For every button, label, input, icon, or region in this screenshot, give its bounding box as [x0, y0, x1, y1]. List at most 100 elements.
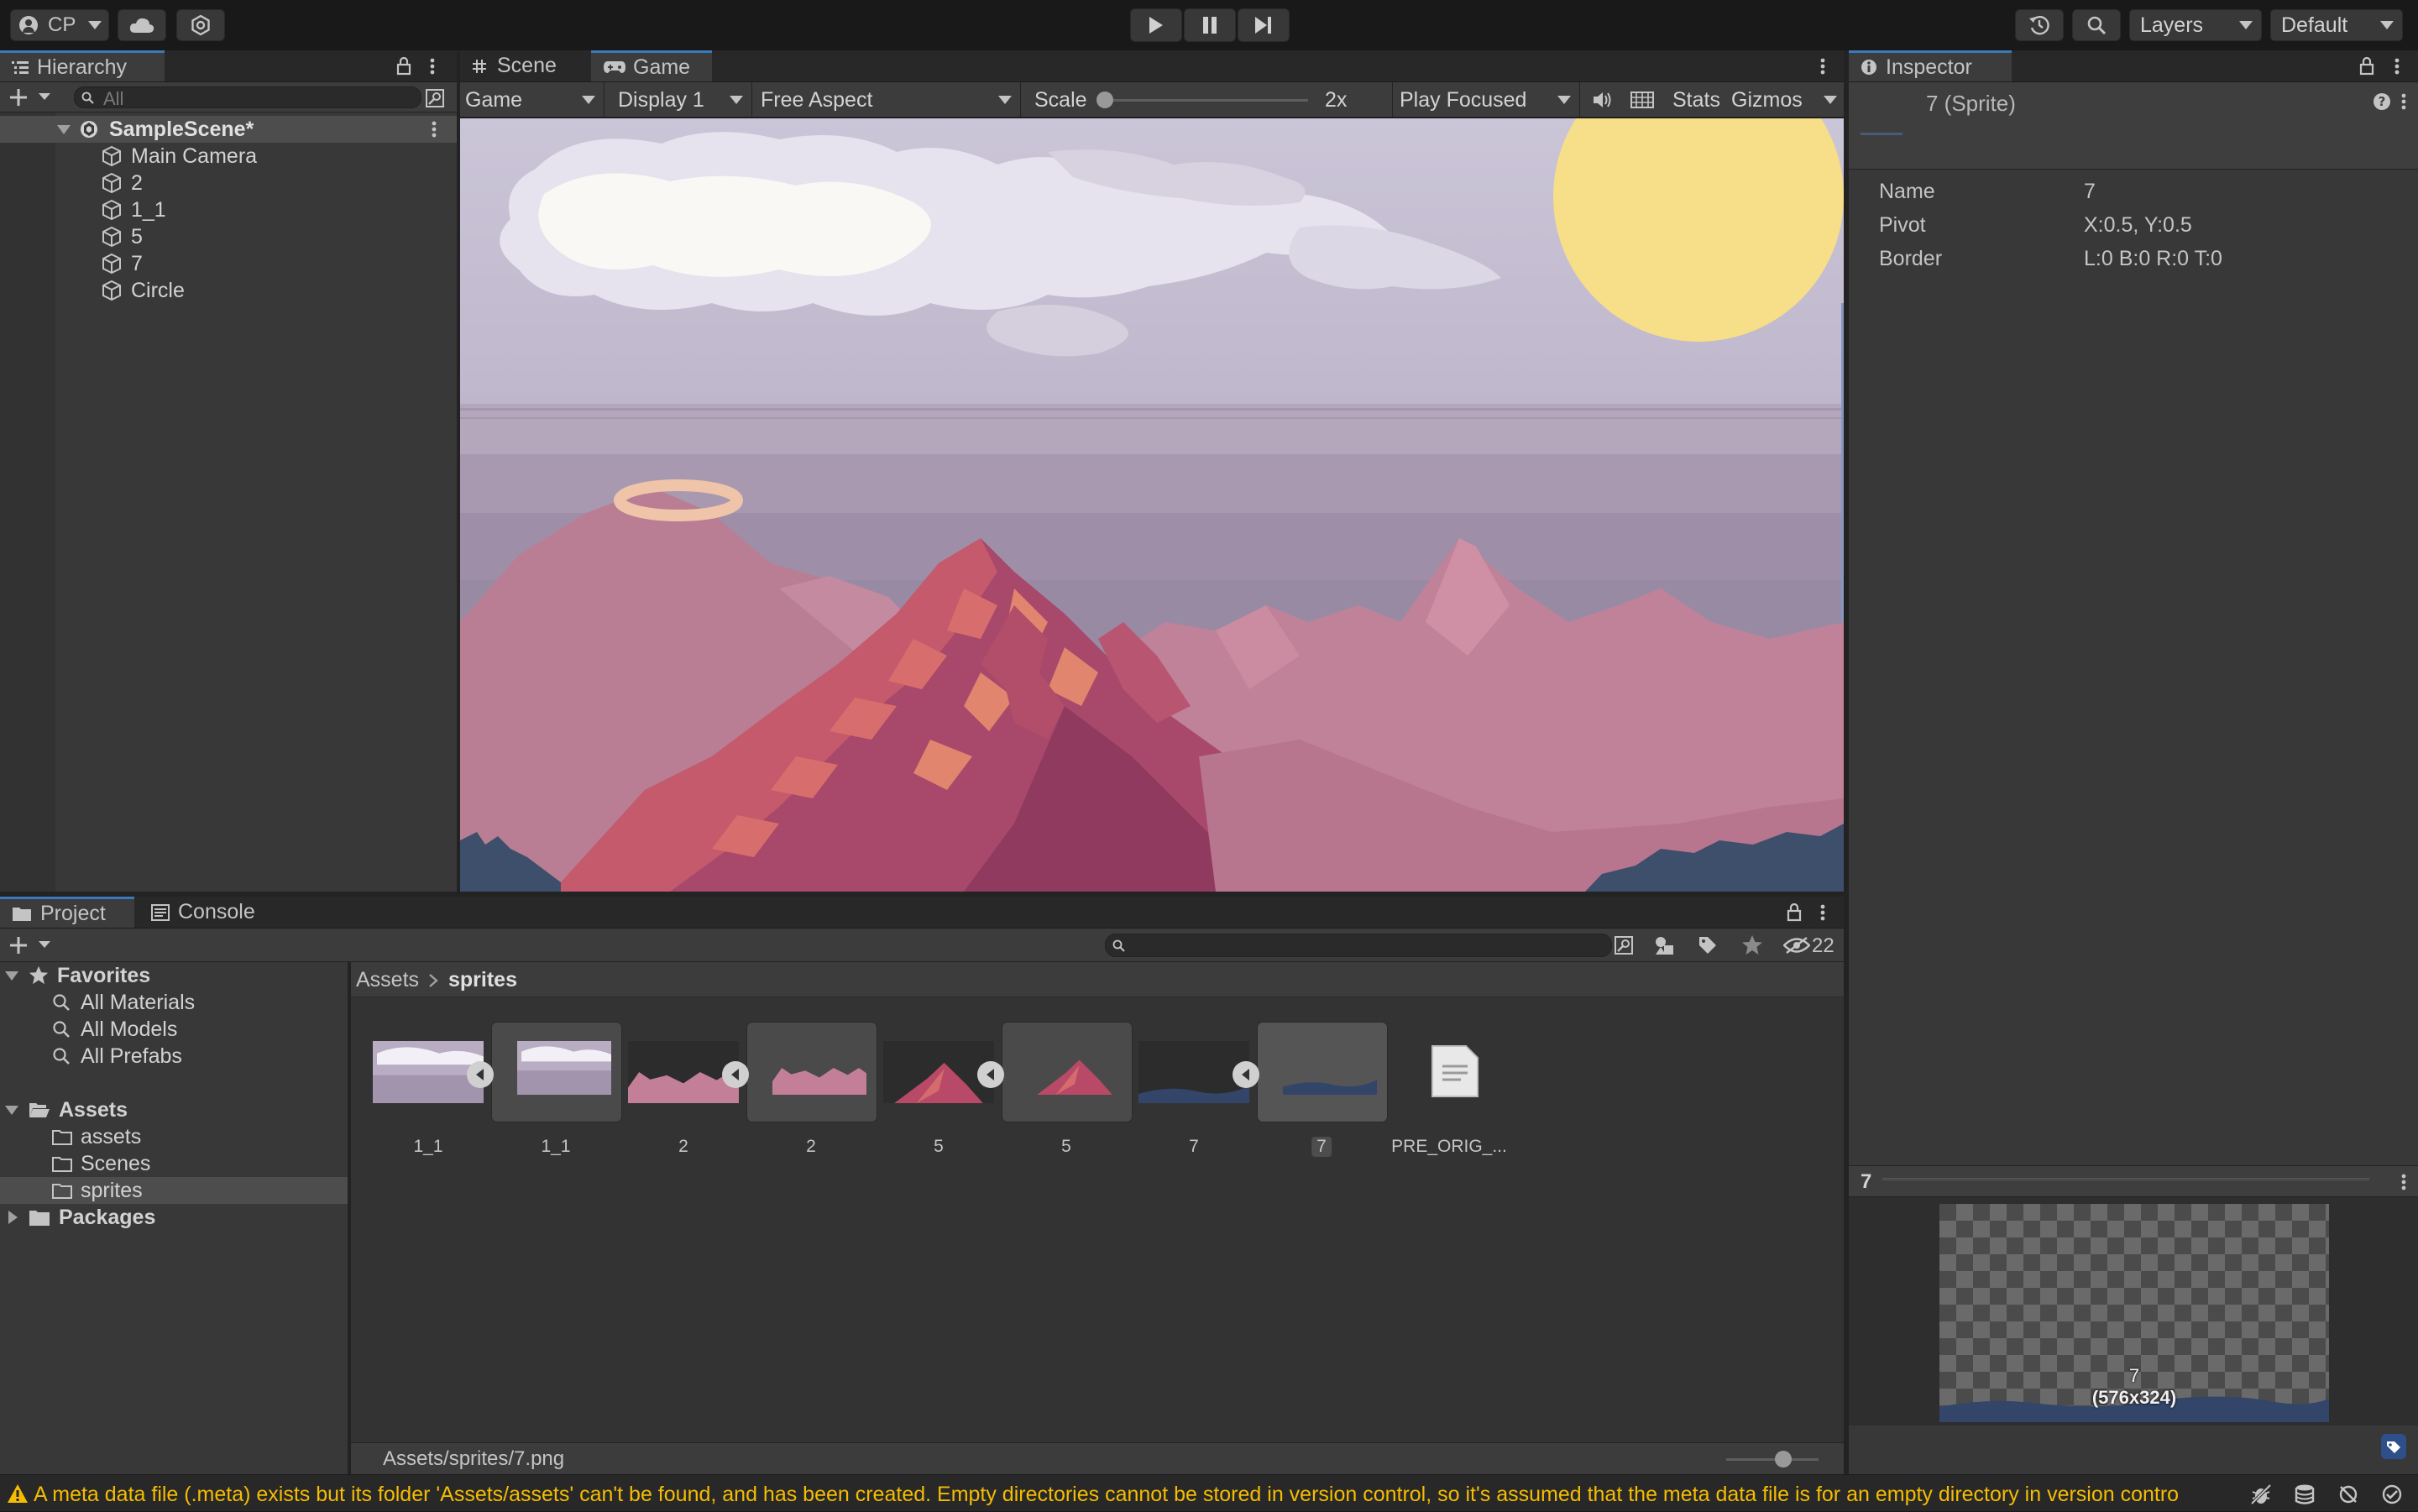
hierarchy-item[interactable]: Main Camera	[0, 143, 457, 170]
tab-hierarchy[interactable]: Hierarchy	[0, 50, 165, 81]
tree-folder[interactable]: Scenes	[0, 1150, 348, 1177]
list-icon	[12, 61, 29, 74]
step-button[interactable]	[1238, 8, 1290, 42]
thumbnail-size-handle[interactable]	[1775, 1451, 1792, 1468]
project-search-input[interactable]	[1105, 934, 1612, 957]
tab-scene[interactable]: Scene	[460, 50, 589, 81]
cache-server-icon[interactable]	[2294, 1483, 2316, 1505]
hierarchy-search[interactable]: All	[74, 86, 421, 109]
expand-arrow-icon[interactable]	[5, 1106, 18, 1115]
asset-texture-item[interactable]: 1_1	[369, 1023, 494, 1157]
services-button[interactable]	[176, 9, 225, 41]
pause-button[interactable]	[1184, 8, 1236, 42]
kebab-menu-icon[interactable]	[1819, 57, 1827, 76]
scale-slider-track[interactable]	[1102, 99, 1308, 102]
kebab-menu-icon[interactable]	[2400, 92, 2408, 111]
kebab-menu-icon[interactable]	[430, 120, 438, 139]
favorite-star-icon[interactable]	[1741, 934, 1763, 956]
asset-sprite-item[interactable]: 7	[1258, 1023, 1387, 1157]
tree-folder[interactable]: sprites	[0, 1177, 348, 1204]
display-dropdown[interactable]: Display 1	[610, 82, 752, 118]
stats-button[interactable]: Stats	[1669, 82, 1730, 118]
preview-header: 7	[1849, 1165, 2418, 1197]
lock-icon[interactable]	[2359, 57, 2374, 76]
breadcrumb-sprites[interactable]: sprites	[448, 968, 517, 992]
tab-inspector[interactable]: Inspector	[1849, 50, 2012, 81]
debug-bug-icon[interactable]	[2250, 1483, 2272, 1505]
tree-favorites[interactable]: Favorites	[0, 962, 348, 989]
asset-file-item[interactable]: PRE_ORIG_...	[1390, 1023, 1508, 1157]
tree-favorite-item[interactable]: All Prefabs	[0, 1043, 348, 1070]
tree-folder[interactable]: assets	[0, 1123, 348, 1150]
aspect-dropdown[interactable]: Free Aspect	[754, 82, 1021, 118]
asset-sprite-item[interactable]: 2	[747, 1023, 877, 1157]
expand-arrow-icon[interactable]	[57, 125, 71, 134]
hierarchy-item[interactable]: 2	[0, 170, 457, 196]
kebab-menu-icon[interactable]	[428, 57, 437, 76]
scale-value: 2x	[1325, 88, 1348, 112]
search-options-icon[interactable]	[425, 88, 445, 108]
create-asset-button[interactable]	[8, 935, 54, 955]
account-dropdown[interactable]: CP	[10, 9, 109, 41]
expand-sprites-button[interactable]	[1233, 1061, 1259, 1088]
lock-icon[interactable]	[1787, 903, 1802, 922]
filter-by-label-icon[interactable]	[1698, 935, 1718, 955]
breadcrumb-assets[interactable]: Assets	[356, 968, 419, 992]
tree-favorite-item[interactable]: All Materials	[0, 989, 348, 1016]
asset-texture-item[interactable]: 7	[1135, 1023, 1259, 1157]
hierarchy-item[interactable]: 7	[0, 250, 457, 277]
tab-game[interactable]: Game	[591, 50, 712, 81]
tree-assets-root[interactable]: Assets	[0, 1096, 348, 1123]
console-status-bar[interactable]: A meta data file (.meta) exists but its …	[0, 1474, 2418, 1511]
asset-texture-item[interactable]: 5	[880, 1023, 1004, 1157]
kebab-menu-icon[interactable]	[2400, 1173, 2408, 1191]
collapse-arrow-icon[interactable]	[8, 1211, 18, 1224]
hierarchy-item[interactable]: Circle	[0, 277, 457, 304]
tab-console[interactable]: Console	[139, 897, 282, 928]
audio-icon[interactable]	[1592, 91, 1612, 109]
property-value[interactable]: L:0 B:0 R:0 T:0	[2084, 247, 2222, 271]
expand-sprites-button[interactable]	[977, 1061, 1004, 1088]
check-circle-icon[interactable]	[2381, 1483, 2403, 1505]
lock-icon[interactable]	[396, 57, 411, 76]
expand-sprites-button[interactable]	[467, 1061, 494, 1088]
asset-sprite-item[interactable]: 5	[1002, 1023, 1132, 1157]
asset-label-icon[interactable]	[2381, 1434, 2406, 1459]
tab-project[interactable]: Project	[0, 897, 134, 928]
tree-packages[interactable]: Packages	[0, 1204, 348, 1231]
search-options-icon[interactable]	[1614, 935, 1634, 955]
undo-history-button[interactable]	[2015, 9, 2064, 41]
auto-generate-lighting-icon[interactable]	[2337, 1483, 2359, 1505]
expand-arrow-icon[interactable]	[5, 971, 18, 981]
asset-thumbnail	[517, 1041, 611, 1095]
thumbnail-size-slider[interactable]	[1726, 1458, 1819, 1461]
expand-sprites-button[interactable]	[722, 1061, 749, 1088]
play-mode-dropdown[interactable]: Play Focused	[1392, 82, 1580, 118]
create-button[interactable]	[8, 87, 54, 107]
keyboard-grid-icon[interactable]	[1630, 91, 1654, 109]
help-icon[interactable]: ?	[2373, 92, 2391, 111]
step-icon	[1255, 17, 1271, 34]
tree-favorite-item[interactable]: All Models	[0, 1016, 348, 1043]
game-mode-dropdown[interactable]: Game	[460, 82, 604, 118]
kebab-menu-icon[interactable]	[2393, 57, 2401, 76]
game-view[interactable]	[460, 118, 1844, 892]
scene-row[interactable]: SampleScene*	[0, 116, 457, 143]
layers-dropdown[interactable]: Layers	[2129, 9, 2262, 41]
layout-dropdown[interactable]: Default	[2270, 9, 2403, 41]
property-value[interactable]: 7	[2084, 180, 2096, 204]
cloud-button[interactable]	[118, 9, 166, 41]
property-value[interactable]: X:0.5, Y:0.5	[2084, 213, 2192, 238]
gizmos-dropdown[interactable]: Gizmos	[1731, 82, 1847, 118]
hierarchy-item[interactable]: 5	[0, 223, 457, 250]
hidden-packages-icon[interactable]	[1783, 936, 1810, 955]
hierarchy-item[interactable]: 1_1	[0, 196, 457, 223]
play-button[interactable]	[1130, 8, 1182, 42]
asset-sprite-item[interactable]: 1_1	[492, 1023, 621, 1157]
search-button[interactable]	[2072, 9, 2121, 41]
kebab-menu-icon[interactable]	[1819, 903, 1827, 922]
scale-slider-handle[interactable]	[1096, 92, 1113, 108]
filter-by-type-icon[interactable]	[1654, 935, 1676, 955]
arrow-left-icon	[1242, 1069, 1249, 1080]
asset-texture-item[interactable]: 2	[625, 1023, 749, 1157]
